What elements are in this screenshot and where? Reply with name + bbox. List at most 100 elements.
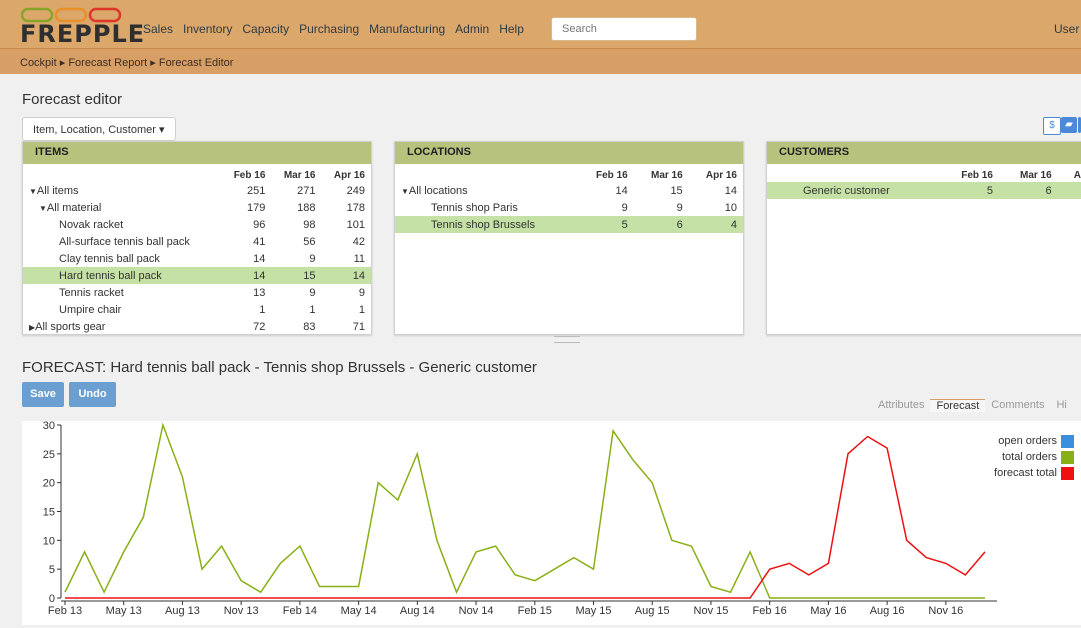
- row-label: Clay tennis ball pack: [59, 252, 160, 265]
- row-value: 5: [578, 216, 634, 233]
- table-row[interactable]: Tennis shop Brussels 5 6 4: [395, 216, 743, 233]
- legend-swatch-forecast-total: [1061, 466, 1074, 480]
- table-row[interactable]: Clay tennis ball pack 14 9 11: [23, 250, 371, 267]
- caret-down-icon[interactable]: ▼: [29, 187, 37, 196]
- series-line-total-orders: [64, 422, 985, 599]
- menu-item-admin[interactable]: Admin: [455, 22, 489, 36]
- menu-item-manufacturing[interactable]: Manufacturing: [369, 22, 445, 36]
- dollar-icon[interactable]: $: [1043, 117, 1061, 135]
- y-tick-label: 15: [43, 507, 55, 519]
- menu-item-inventory[interactable]: Inventory: [183, 22, 232, 36]
- x-tick-label: May 14: [341, 605, 377, 617]
- legend-label: forecast total: [994, 467, 1057, 479]
- tab-history[interactable]: Hi: [1050, 399, 1072, 412]
- row-value: 5: [940, 182, 999, 199]
- x-tick-label: Nov 16: [928, 605, 963, 617]
- x-tick-label: May 13: [106, 605, 142, 617]
- row-value: 98: [303, 218, 316, 231]
- legend-item: total orders: [994, 449, 1074, 465]
- row-value: 14: [221, 267, 272, 284]
- hierarchy-select-value: Item, Location, Customer: [33, 124, 156, 136]
- table-row[interactable]: ▼All material 179 188 178: [23, 199, 371, 216]
- x-tick-label: Feb 15: [518, 605, 552, 617]
- legend-label: open orders: [998, 435, 1057, 447]
- locations-panel: LOCATIONS Feb 16 Mar 16 Apr 16 ▼All loca…: [394, 141, 744, 335]
- table-row[interactable]: Hard tennis ball pack 14 15 14: [23, 267, 371, 284]
- caret-down-icon[interactable]: ▼: [39, 204, 47, 213]
- row-value: 9: [309, 252, 316, 265]
- table-row[interactable]: ▼All items 251 271 249: [23, 182, 371, 199]
- table-row[interactable]: Tennis racket 13 9 9: [23, 284, 371, 301]
- legend-item: open orders: [994, 433, 1074, 449]
- row-value: [1057, 182, 1081, 199]
- row-value: 101: [346, 218, 365, 231]
- breadcrumb-forecast-report[interactable]: Forecast Report: [68, 57, 147, 69]
- menu-item-capacity[interactable]: Capacity: [242, 22, 289, 36]
- locations-panel-title: LOCATIONS: [395, 142, 743, 164]
- tab-forecast[interactable]: Forecast: [930, 399, 986, 412]
- row-value: 14: [321, 267, 371, 284]
- x-tick-label: May 16: [810, 605, 846, 617]
- menu-item-help[interactable]: Help: [499, 22, 524, 36]
- table-row[interactable]: Generic customer 5 6: [767, 182, 1081, 199]
- row-value: 4: [688, 216, 743, 233]
- row-value: 71: [352, 320, 365, 333]
- row-value: 11: [353, 252, 365, 265]
- menu-item-sales[interactable]: Sales: [143, 22, 173, 36]
- x-tick-label: Aug 13: [165, 605, 200, 617]
- menu-item-purchasing[interactable]: Purchasing: [299, 22, 359, 36]
- items-body: ▼All items 251 271 249 ▼All material 179 188 17…: [23, 182, 371, 334]
- row-value: 96: [253, 218, 266, 231]
- table-row[interactable]: Novak racket 96 98 101: [23, 216, 371, 233]
- hierarchy-select[interactable]: Item, Location, Customer ▾: [22, 117, 176, 141]
- row-value: 6: [633, 216, 689, 233]
- chart-legend: open orders total orders forecast total: [994, 433, 1074, 481]
- row-value: 10: [724, 201, 737, 214]
- column-header: Mar 16: [651, 169, 683, 181]
- row-label: Umpire chair: [59, 303, 122, 316]
- undo-button[interactable]: Undo: [69, 382, 116, 407]
- caret-down-icon[interactable]: ▼: [401, 187, 409, 196]
- table-row[interactable]: ▼All locations 14 15 14: [395, 182, 743, 199]
- app-logo[interactable]: FREPPLE: [20, 20, 145, 48]
- table-row[interactable]: Umpire chair 1 1 1: [23, 301, 371, 318]
- x-tick-label: Nov 14: [459, 605, 494, 617]
- tab-comments[interactable]: Comments: [985, 399, 1050, 412]
- top-navbar: FREPPLE Sales Inventory Capacity Purchas…: [0, 0, 1081, 48]
- items-panel-title: ITEMS: [23, 142, 371, 164]
- table-row[interactable]: ▶All sports gear 72 83 71: [23, 318, 371, 334]
- row-value: 15: [670, 184, 683, 197]
- row-value: 9: [676, 201, 683, 214]
- y-tick-label: 0: [49, 593, 55, 605]
- tab-attributes[interactable]: Attributes: [872, 399, 930, 412]
- column-header: Mar 16: [283, 169, 316, 181]
- x-tick-label: Feb 16: [753, 605, 787, 617]
- column-header: Mar 16: [1019, 169, 1052, 181]
- x-tick-label: Nov 15: [694, 605, 729, 617]
- breadcrumb-cockpit[interactable]: Cockpit: [20, 57, 57, 69]
- y-tick-label: 20: [43, 478, 55, 490]
- y-tick-label: 5: [49, 564, 55, 576]
- row-value: 41: [253, 235, 266, 248]
- breadcrumb-forecast-editor[interactable]: Forecast Editor: [159, 57, 234, 69]
- table-row[interactable]: All-surface tennis ball pack 41 56 42: [23, 233, 371, 250]
- row-value: 1: [358, 303, 365, 316]
- panel-resize-handle[interactable]: [554, 336, 580, 343]
- row-label: All items: [36, 184, 79, 197]
- table-row[interactable]: Tennis shop Paris 9 9 10: [395, 199, 743, 216]
- save-button[interactable]: Save: [22, 382, 64, 407]
- truck-icon[interactable]: ▰: [1061, 117, 1077, 133]
- search-input[interactable]: [551, 17, 697, 41]
- row-label: Generic customer: [803, 184, 890, 197]
- x-tick-label: Aug 14: [400, 605, 435, 617]
- row-label: Novak racket: [59, 218, 124, 231]
- column-header: Feb 16: [596, 169, 628, 181]
- row-value: 249: [346, 184, 365, 197]
- column-header: Apr: [1073, 169, 1081, 181]
- forecast-title: FORECAST: Hard tennis ball pack - Tennis…: [22, 359, 537, 376]
- customers-body: Generic customer 5 6: [767, 182, 1081, 199]
- column-header: Feb 16: [233, 169, 266, 181]
- row-label: Tennis shop Brussels: [431, 218, 535, 231]
- user-menu[interactable]: User A: [1054, 22, 1081, 36]
- y-tick-label: 30: [43, 421, 55, 432]
